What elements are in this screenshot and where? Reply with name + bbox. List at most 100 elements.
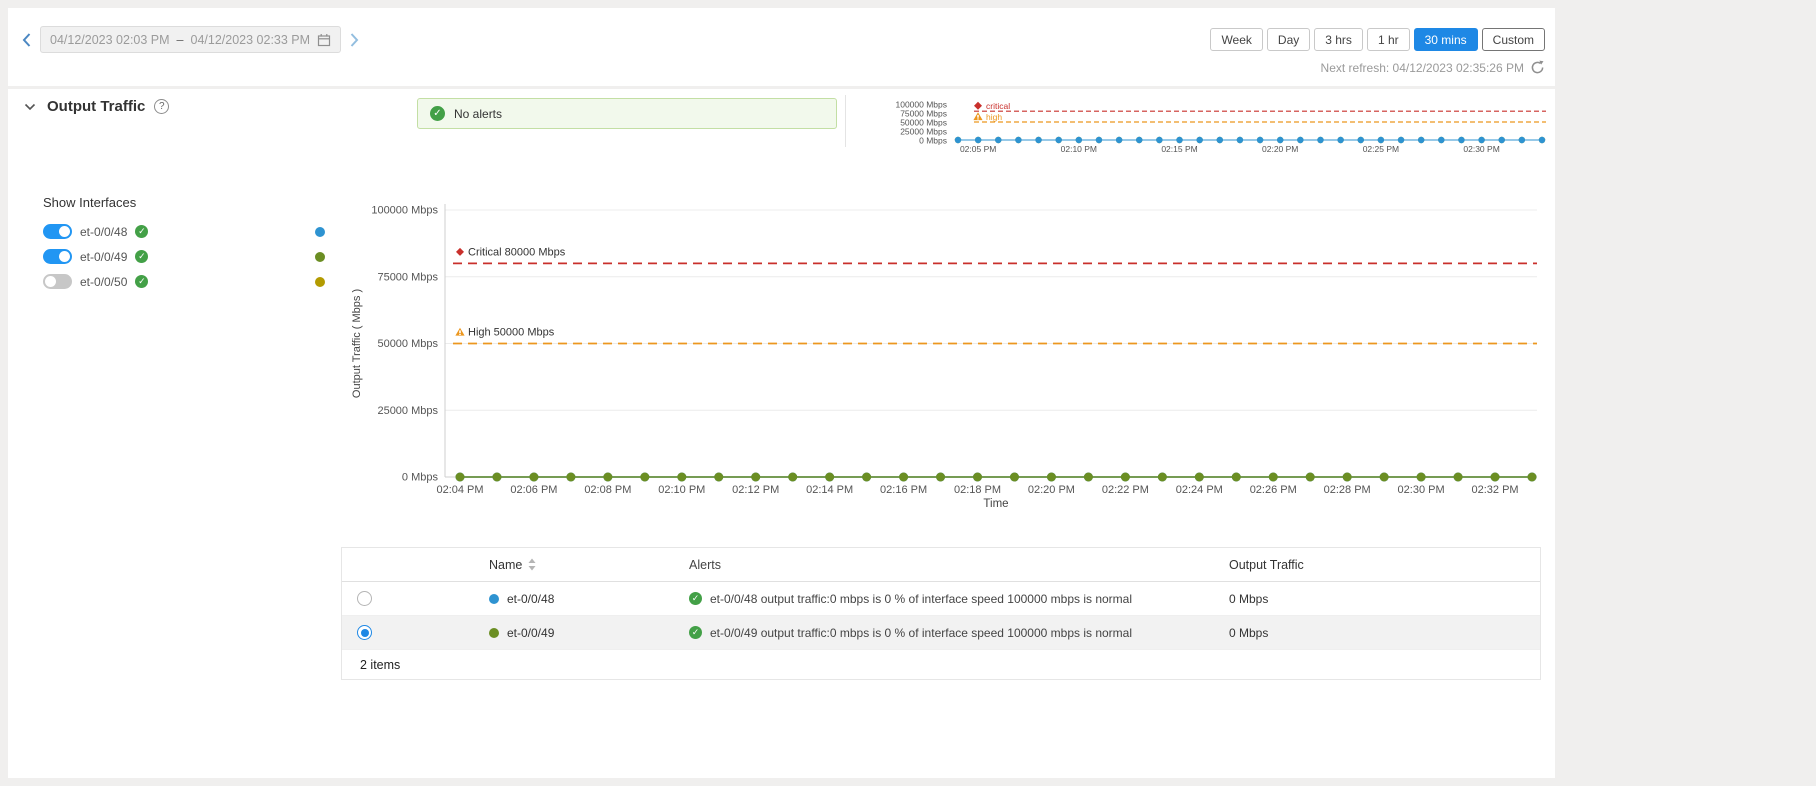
date-range-end: 04/12/2023 02:33 PM	[191, 33, 311, 47]
calendar-icon	[317, 33, 331, 47]
series-color-dot	[489, 628, 499, 638]
svg-text:02:10 PM: 02:10 PM	[658, 484, 705, 496]
interface-name: et-0/0/50	[80, 275, 127, 289]
check-circle-icon: ✓	[135, 225, 148, 238]
output-traffic-chart: 100000 Mbps75000 Mbps50000 Mbps25000 Mbp…	[340, 197, 1550, 537]
svg-text:02:30 PM: 02:30 PM	[1463, 144, 1499, 154]
series-color-dot	[315, 277, 325, 287]
output-traffic-value: 0 Mbps	[1229, 626, 1540, 640]
refresh-row: Next refresh: 04/12/2023 02:35:26 PM	[1321, 60, 1545, 75]
svg-text:50000 Mbps: 50000 Mbps	[377, 338, 438, 350]
interface-row: et-0/0/48 ✓	[43, 219, 325, 244]
row-select-radio[interactable]	[357, 625, 372, 640]
svg-text:02:15 PM: 02:15 PM	[1161, 144, 1197, 154]
svg-text:02:14 PM: 02:14 PM	[806, 484, 853, 496]
topbar-right: Week Day 3 hrs 1 hr 30 mins Custom Next …	[1210, 28, 1545, 75]
check-circle-icon: ✓	[430, 106, 445, 121]
table-row[interactable]: et-0/0/49 ✓ et-0/0/49 output traffic:0 m…	[342, 616, 1540, 650]
interface-row: et-0/0/49 ✓	[43, 244, 325, 269]
interface-list: et-0/0/48 ✓ et-0/0/49 ✓ et-0/0/50 ✓	[43, 219, 325, 294]
divider	[845, 95, 846, 147]
svg-text:02:18 PM: 02:18 PM	[954, 484, 1001, 496]
interface-toggle[interactable]	[43, 274, 72, 289]
alert-text: et-0/0/49 output traffic:0 mbps is 0 % o…	[710, 626, 1132, 640]
no-alerts-text: No alerts	[454, 107, 502, 121]
svg-text:02:32 PM: 02:32 PM	[1471, 484, 1518, 496]
svg-text:02:30 PM: 02:30 PM	[1398, 484, 1445, 496]
interface-name: et-0/0/49	[80, 250, 127, 264]
prev-period-button[interactable]	[20, 31, 33, 49]
output-traffic-panel: Output Traffic ? ✓ No alerts 100000 Mbps…	[8, 89, 1555, 778]
svg-text:Time: Time	[983, 498, 1008, 510]
time-range-selector: Week Day 3 hrs 1 hr 30 mins Custom	[1210, 28, 1545, 51]
date-range-start: 04/12/2023 02:03 PM	[50, 33, 170, 47]
alert-text: et-0/0/48 output traffic:0 mbps is 0 % o…	[710, 592, 1132, 606]
range-button-week[interactable]: Week	[1210, 28, 1262, 51]
svg-text:Output Traffic ( Mbps ): Output Traffic ( Mbps )	[351, 289, 363, 398]
svg-text:02:22 PM: 02:22 PM	[1102, 484, 1149, 496]
output-traffic-value: 0 Mbps	[1229, 592, 1540, 606]
chevron-left-icon	[22, 33, 31, 47]
interface-toggle[interactable]	[43, 249, 72, 264]
svg-text:02:24 PM: 02:24 PM	[1176, 484, 1223, 496]
svg-text:02:20 PM: 02:20 PM	[1262, 144, 1298, 154]
table-row[interactable]: et-0/0/48 ✓ et-0/0/48 output traffic:0 m…	[342, 582, 1540, 616]
section-header: Output Traffic ?	[22, 98, 169, 115]
svg-text:02:25 PM: 02:25 PM	[1363, 144, 1399, 154]
date-range-separator: –	[177, 33, 184, 47]
alerts-column-header: Alerts	[689, 558, 1229, 572]
table-footer: 2 items	[342, 650, 1540, 679]
svg-text:02:28 PM: 02:28 PM	[1324, 484, 1371, 496]
overview-chart: 100000 Mbps75000 Mbps50000 Mbps25000 Mbp…	[868, 94, 1552, 160]
interface-row: et-0/0/50 ✓	[43, 269, 325, 294]
no-alerts-banner: ✓ No alerts	[417, 98, 837, 129]
name-column-header[interactable]: Name	[484, 558, 689, 572]
svg-text:02:20 PM: 02:20 PM	[1028, 484, 1075, 496]
series-color-dot	[315, 227, 325, 237]
show-interfaces-title: Show Interfaces	[43, 195, 136, 210]
svg-text:25000 Mbps: 25000 Mbps	[377, 405, 438, 417]
svg-text:0 Mbps: 0 Mbps	[402, 472, 439, 484]
check-circle-icon: ✓	[135, 275, 148, 288]
check-circle-icon: ✓	[689, 626, 702, 639]
name-column-label: Name	[489, 558, 522, 572]
svg-text:02:05 PM: 02:05 PM	[960, 144, 996, 154]
interface-name: et-0/0/48	[507, 592, 554, 606]
svg-text:02:06 PM: 02:06 PM	[510, 484, 557, 496]
series-color-dot	[489, 594, 499, 604]
range-button-30mins[interactable]: 30 mins	[1414, 28, 1478, 51]
svg-text:Critical 80000 Mbps: Critical 80000 Mbps	[468, 246, 566, 258]
svg-text:100000 Mbps: 100000 Mbps	[371, 205, 438, 217]
svg-text:0 Mbps: 0 Mbps	[919, 136, 947, 146]
svg-text:02:26 PM: 02:26 PM	[1250, 484, 1297, 496]
interface-name: et-0/0/48	[80, 225, 127, 239]
svg-text:02:12 PM: 02:12 PM	[732, 484, 779, 496]
interface-toggle[interactable]	[43, 224, 72, 239]
refresh-icon[interactable]	[1530, 60, 1545, 75]
sort-icon[interactable]	[528, 558, 536, 571]
svg-text:02:10 PM: 02:10 PM	[1061, 144, 1097, 154]
chevron-right-icon	[350, 33, 359, 47]
output-column-header: Output Traffic	[1229, 558, 1540, 572]
range-button-custom[interactable]: Custom	[1482, 28, 1545, 51]
help-icon[interactable]: ?	[154, 99, 169, 114]
svg-text:02:08 PM: 02:08 PM	[584, 484, 631, 496]
svg-text:High 50000 Mbps: High 50000 Mbps	[468, 327, 555, 339]
next-period-button[interactable]	[348, 31, 361, 49]
svg-text:critical: critical	[986, 101, 1010, 111]
items-count: 2 items	[360, 658, 400, 672]
interface-table: Name Alerts Output Traffic et-0/0/48 ✓	[341, 547, 1541, 680]
row-select-radio[interactable]	[357, 591, 372, 606]
range-button-day[interactable]: Day	[1267, 28, 1310, 51]
section-title: Output Traffic	[47, 98, 145, 115]
range-button-3hrs[interactable]: 3 hrs	[1314, 28, 1363, 51]
table-header-row: Name Alerts Output Traffic	[342, 548, 1540, 582]
collapse-chevron-down-icon[interactable]	[22, 101, 38, 113]
date-range-input[interactable]: 04/12/2023 02:03 PM – 04/12/2023 02:33 P…	[40, 26, 341, 53]
series-color-dot	[315, 252, 325, 262]
svg-text:02:04 PM: 02:04 PM	[436, 484, 483, 496]
svg-text:02:16 PM: 02:16 PM	[880, 484, 927, 496]
svg-text:high: high	[986, 112, 1002, 122]
interface-name: et-0/0/49	[507, 626, 554, 640]
range-button-1hr[interactable]: 1 hr	[1367, 28, 1410, 51]
